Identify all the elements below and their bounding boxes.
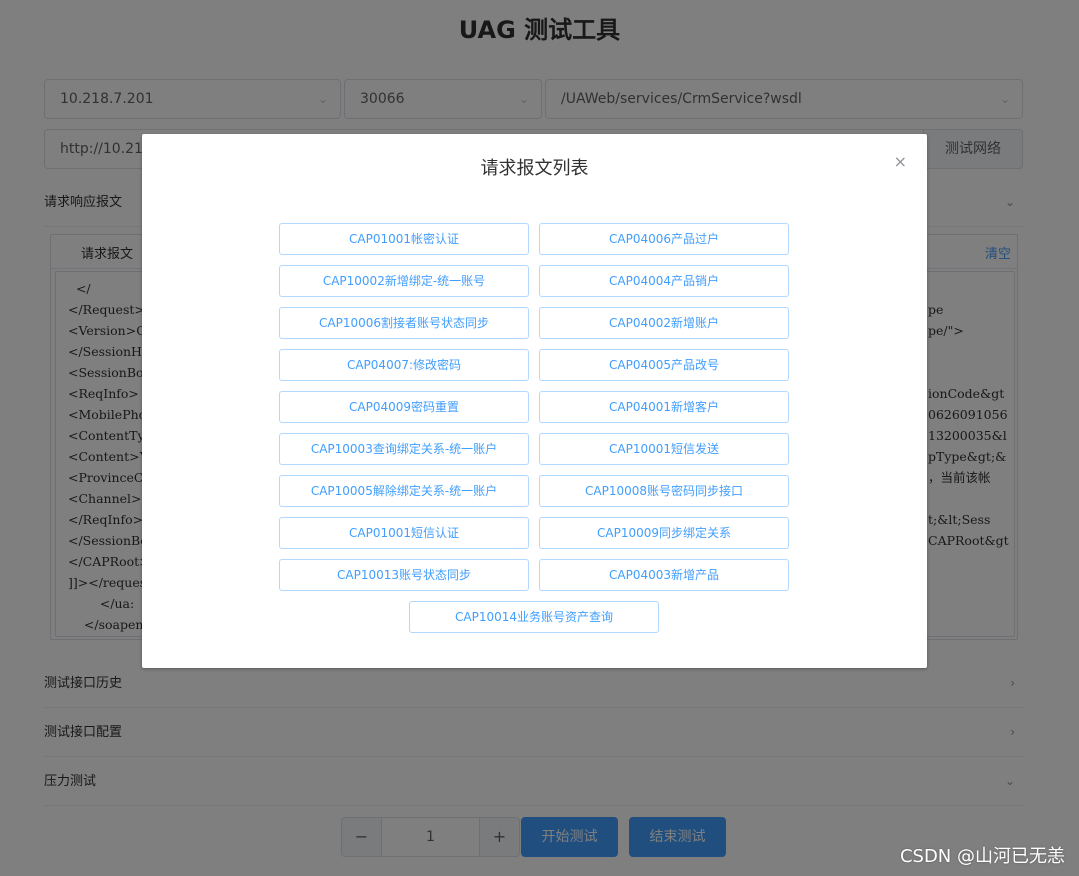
request-template-button[interactable]: CAP01001短信认证 — [279, 517, 529, 549]
request-template-button[interactable]: CAP10008账号密码同步接口 — [539, 475, 789, 507]
request-template-button[interactable]: CAP10009同步绑定关系 — [539, 517, 789, 549]
request-template-button[interactable]: CAP10002新增绑定-统一账号 — [279, 265, 529, 297]
request-template-button[interactable]: CAP04005产品改号 — [539, 349, 789, 381]
watermark: CSDN @山河已无恙 — [899, 846, 1065, 867]
request-template-button[interactable]: CAP04009密码重置 — [279, 391, 529, 423]
request-template-button[interactable]: CAP04007:修改密码 — [279, 349, 529, 381]
request-template-button[interactable]: CAP10014业务账号资产查询 — [409, 601, 659, 633]
close-icon[interactable]: × — [894, 152, 907, 171]
request-template-button[interactable]: CAP04003新增产品 — [539, 559, 789, 591]
request-list-dialog: 请求报文列表 × CAP01001帐密认证 CAP04006产品过户 CAP1000… — [142, 134, 927, 668]
request-template-button[interactable]: CAP10006割接者账号状态同步 — [279, 307, 529, 339]
request-template-button[interactable]: CAP01001帐密认证 — [279, 223, 529, 255]
request-template-button[interactable]: CAP04006产品过户 — [539, 223, 789, 255]
request-template-button[interactable]: CAP04004产品销户 — [539, 265, 789, 297]
dialog-title: 请求报文列表 — [480, 158, 589, 179]
request-template-button[interactable]: CAP10005解除绑定关系-统一账户 — [279, 475, 529, 507]
request-template-button[interactable]: CAP04002新增账户 — [539, 307, 789, 339]
request-template-button[interactable]: CAP10013账号状态同步 — [279, 559, 529, 591]
request-template-button[interactable]: CAP10001短信发送 — [539, 433, 789, 465]
request-template-button[interactable]: CAP10003查询绑定关系-统一账户 — [279, 433, 529, 465]
request-template-button[interactable]: CAP04001新增客户 — [539, 391, 789, 423]
